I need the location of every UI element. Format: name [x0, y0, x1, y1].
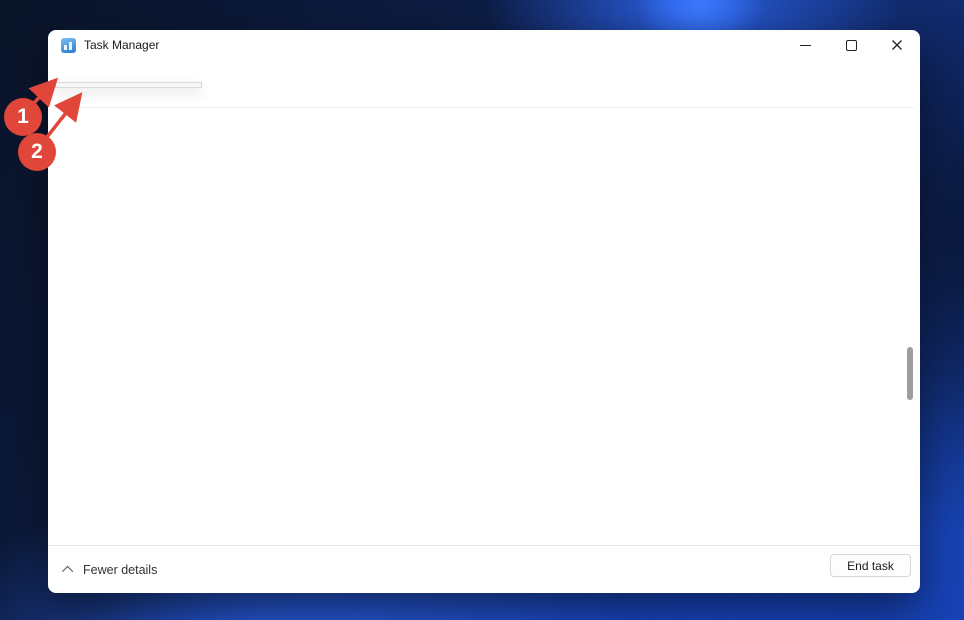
close-icon — [891, 39, 903, 51]
fewer-details-label: Fewer details — [83, 563, 157, 577]
task-manager-window: Task Manager Fewer details End task — [48, 30, 920, 593]
end-task-button[interactable]: End task — [830, 554, 911, 577]
annotation-step-1-badge: 1 — [4, 98, 42, 136]
maximize-icon — [846, 40, 857, 51]
tab-divider — [54, 107, 914, 108]
window-title: Task Manager — [84, 38, 159, 52]
fewer-details-toggle[interactable]: Fewer details — [65, 563, 157, 577]
title-bar: Task Manager — [48, 30, 920, 60]
chevron-up-icon — [62, 565, 73, 576]
file-menu-dropdown — [55, 82, 202, 88]
footer-bar: Fewer details End task — [48, 546, 920, 593]
scrollbar-thumb[interactable] — [907, 347, 913, 400]
window-controls — [782, 30, 920, 60]
vertical-scrollbar[interactable] — [906, 144, 914, 533]
task-manager-icon — [61, 38, 76, 53]
minimize-button[interactable] — [782, 30, 828, 60]
close-button[interactable] — [874, 30, 920, 60]
minimize-icon — [800, 45, 811, 46]
annotation-step-2-badge: 2 — [18, 133, 56, 171]
maximize-button[interactable] — [828, 30, 874, 60]
